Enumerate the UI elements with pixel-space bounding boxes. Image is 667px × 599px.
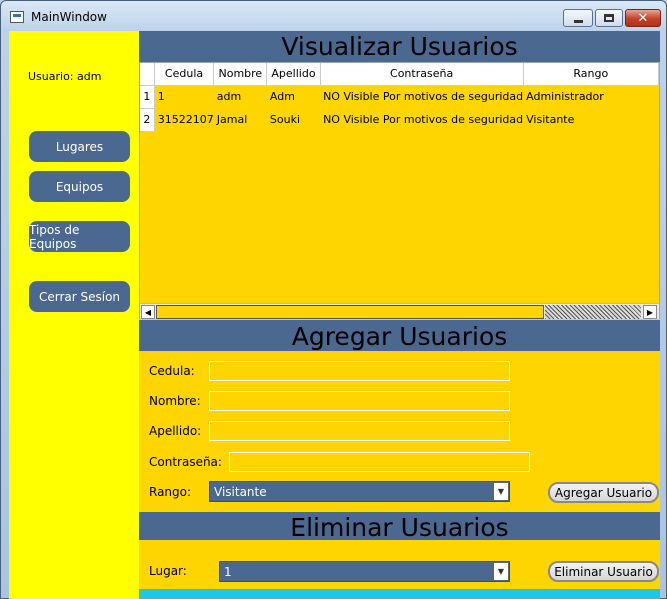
cell-rango[interactable]: Visitante xyxy=(523,108,659,132)
rango-selected-value: Visitante xyxy=(214,484,267,499)
cell-cedula[interactable]: 31522107 xyxy=(154,108,214,132)
row-number[interactable]: 1 xyxy=(140,85,155,109)
column-header-nombre[interactable]: Nombre xyxy=(213,63,268,86)
app-window-icon xyxy=(10,11,24,23)
column-header-contrasena[interactable]: Contraseña xyxy=(320,63,524,86)
lugar-label: Lugar: xyxy=(149,564,187,578)
column-header-apellido[interactable]: Apellido xyxy=(266,63,321,86)
cedula-input[interactable] xyxy=(209,361,510,381)
minimize-button[interactable] xyxy=(563,9,593,27)
equipos-button[interactable]: Equipos xyxy=(29,171,130,202)
current-user-label: Usuario: adm xyxy=(28,70,102,83)
cell-contrasena[interactable]: NO Visible Por motivos de seguridad xyxy=(320,108,524,132)
title-bar[interactable]: MainWindow ✕ xyxy=(1,1,666,31)
agregar-usuario-button[interactable]: Agregar Usuario xyxy=(548,482,659,503)
minimize-icon xyxy=(573,19,583,23)
table-row[interactable]: 1 1 adm Adm NO Visible Por motivos de se… xyxy=(140,85,659,109)
chevron-down-icon[interactable]: ▼ xyxy=(494,563,508,580)
rango-label: Rango: xyxy=(149,485,192,499)
scroll-right-icon[interactable]: ▶ xyxy=(643,305,657,319)
apellido-label: Apellido: xyxy=(149,424,202,438)
cerrar-sesion-button[interactable]: Cerrar Sesíon xyxy=(29,281,130,312)
rango-select[interactable]: Visitante ▼ xyxy=(209,481,510,502)
scroll-track[interactable] xyxy=(545,305,641,319)
cell-rango[interactable]: Administrador xyxy=(523,85,659,109)
main-panel: Visualizar Usuarios Cedula Nombre Apelli… xyxy=(139,31,660,599)
users-table[interactable]: Cedula Nombre Apellido Contraseña Rango … xyxy=(139,62,660,319)
agregar-usuarios-header: Agregar Usuarios xyxy=(139,320,660,351)
scroll-left-icon[interactable]: ◀ xyxy=(141,305,155,319)
nombre-input[interactable] xyxy=(209,391,510,411)
client-area: Usuario: adm Lugares Equipos Tipos de Eq… xyxy=(9,31,660,599)
cell-nombre[interactable]: adm xyxy=(213,85,267,109)
cell-apellido[interactable]: Souki xyxy=(266,108,321,132)
lugares-button[interactable]: Lugares xyxy=(29,131,130,162)
row-number[interactable]: 2 xyxy=(140,108,155,132)
sidebar: Usuario: adm Lugares Equipos Tipos de Eq… xyxy=(9,31,139,599)
apellido-input[interactable] xyxy=(209,421,510,441)
eliminar-usuarios-header: Eliminar Usuarios xyxy=(139,512,660,542)
cell-nombre[interactable]: Jamal xyxy=(213,108,267,132)
lugar-select[interactable]: 1 ▼ xyxy=(219,561,510,582)
chevron-down-icon[interactable]: ▼ xyxy=(494,483,508,500)
eliminar-usuario-button[interactable]: Eliminar Usuario xyxy=(548,561,659,582)
table-row[interactable]: 2 31522107 Jamal Souki NO Visible Por mo… xyxy=(140,108,659,132)
visualizar-usuarios-header: Visualizar Usuarios xyxy=(139,31,660,62)
table-corner[interactable] xyxy=(140,63,155,86)
main-window: MainWindow ✕ Usuario: adm Lugares Equipo… xyxy=(0,0,667,599)
cedula-label: Cedula: xyxy=(149,364,195,378)
close-icon: ✕ xyxy=(637,10,649,26)
bottom-strip xyxy=(139,589,660,599)
tipos-de-equipos-button[interactable]: Tipos de Equipos xyxy=(29,221,130,252)
cell-apellido[interactable]: Adm xyxy=(266,85,321,109)
nombre-label: Nombre: xyxy=(149,394,201,408)
lugar-selected-value: 1 xyxy=(224,564,232,579)
window-title: MainWindow xyxy=(31,10,107,24)
cell-cedula[interactable]: 1 xyxy=(154,85,214,109)
contrasena-input[interactable] xyxy=(229,452,530,472)
contrasena-label: Contraseña: xyxy=(149,455,222,469)
scroll-thumb[interactable] xyxy=(156,305,544,319)
horizontal-scrollbar[interactable]: ◀ ▶ xyxy=(140,303,659,319)
column-header-cedula[interactable]: Cedula xyxy=(154,63,215,86)
maximize-icon xyxy=(604,14,614,22)
cell-contrasena[interactable]: NO Visible Por motivos de seguridad xyxy=(320,85,524,109)
maximize-button[interactable] xyxy=(595,9,623,27)
close-button[interactable]: ✕ xyxy=(625,9,661,27)
column-header-rango[interactable]: Rango xyxy=(523,63,660,86)
